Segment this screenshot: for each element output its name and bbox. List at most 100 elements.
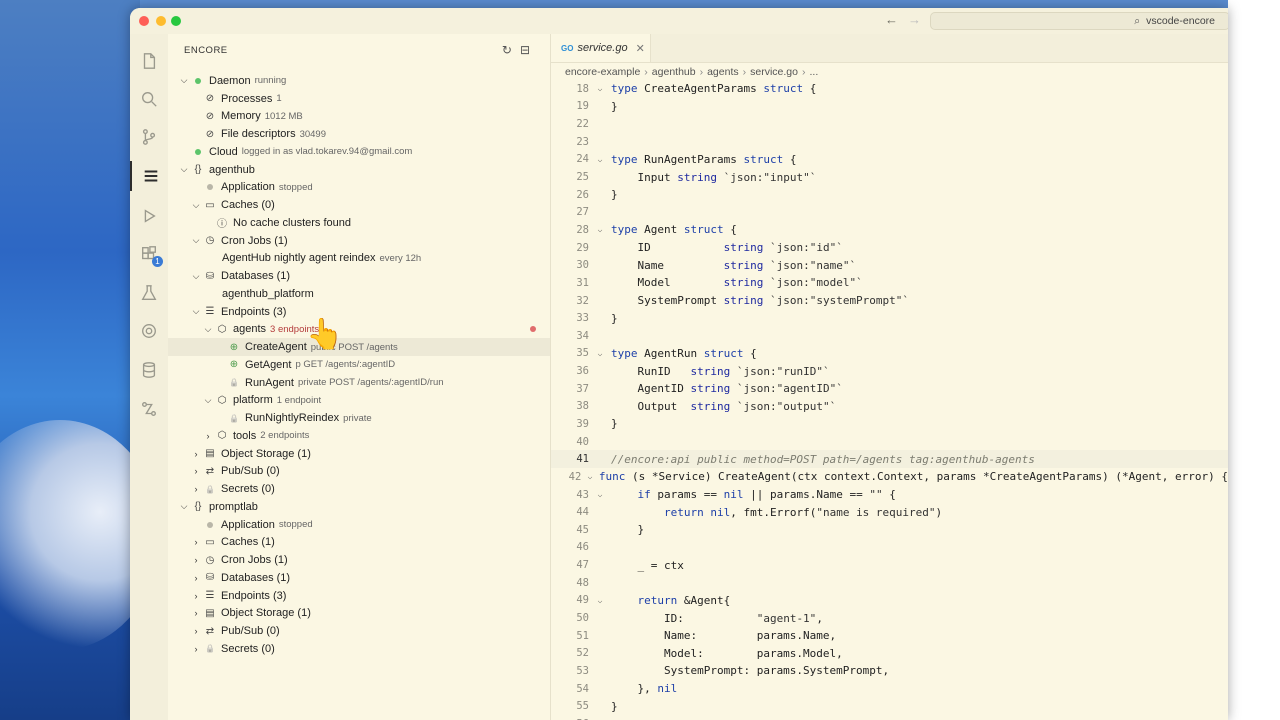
- tree-row[interactable]: › ⛁ Databases (1): [168, 569, 550, 587]
- zoom-window-button[interactable]: [171, 16, 181, 26]
- code-line[interactable]: 36 RunID string `json:"runID"`: [551, 362, 1228, 380]
- fold-chevron-icon[interactable]: ⌵: [589, 349, 611, 358]
- tree-row[interactable]: › 🔒 Secrets (0): [168, 640, 550, 658]
- breadcrumb-item[interactable]: agents: [707, 66, 739, 78]
- minimize-window-button[interactable]: [156, 16, 166, 26]
- chevron-right-icon[interactable]: ›: [190, 449, 202, 459]
- chevron-down-icon[interactable]: ⌵: [202, 395, 214, 406]
- chevron-right-icon[interactable]: ›: [190, 591, 202, 601]
- code-line[interactable]: 45 }: [551, 521, 1228, 539]
- code-line[interactable]: 18 ⌵ type CreateAgentParams struct {: [551, 80, 1228, 98]
- tree-row[interactable]: ⌵ {} agenthub: [168, 161, 550, 179]
- code-line[interactable]: 47 _ = ctx: [551, 556, 1228, 574]
- tree-row[interactable]: ⌵ ⬡ platform 1 endpoint: [168, 392, 550, 410]
- tree-row[interactable]: Application stopped: [168, 179, 550, 197]
- tree-row[interactable]: › ☰ Endpoints (3): [168, 587, 550, 605]
- chevron-down-icon[interactable]: ⌵: [202, 324, 214, 335]
- code-line[interactable]: 48: [551, 574, 1228, 592]
- tree-row[interactable]: ⌵ ☰ Endpoints (3): [168, 303, 550, 321]
- code-line[interactable]: 28 ⌵ type Agent struct {: [551, 221, 1228, 239]
- close-tab-icon[interactable]: ✕: [636, 42, 645, 55]
- chevron-right-icon[interactable]: ›: [202, 431, 214, 441]
- fold-chevron-icon[interactable]: ⌵: [589, 84, 611, 93]
- chevron-right-icon[interactable]: ›: [190, 626, 202, 636]
- tree-row[interactable]: ⌵ ⬡ agents 3 endpoints: [168, 321, 550, 339]
- chevron-down-icon[interactable]: ⌵: [178, 164, 190, 175]
- code-line[interactable]: 33}: [551, 309, 1228, 327]
- testing-icon[interactable]: [130, 278, 168, 308]
- tree-row[interactable]: › ⬡ tools 2 endpoints: [168, 427, 550, 445]
- extensions-icon[interactable]: 1: [130, 239, 168, 269]
- code-line[interactable]: 41 //encore:api public method=POST path=/…: [551, 450, 1228, 469]
- tree-row[interactable]: › ▤ Object Storage (1): [168, 605, 550, 623]
- breadcrumb-item[interactable]: service.go: [750, 66, 798, 78]
- tree-row[interactable]: ⓘ No cache clusters found: [168, 214, 550, 232]
- refresh-icon[interactable]: ↻: [502, 43, 520, 57]
- breadcrumb-item[interactable]: ...: [809, 66, 818, 78]
- code-line[interactable]: 55}: [551, 697, 1228, 715]
- chevron-right-icon[interactable]: ›: [190, 644, 202, 654]
- chevron-right-icon[interactable]: ›: [190, 555, 202, 565]
- fold-chevron-icon[interactable]: ⌵: [581, 472, 599, 481]
- tree-row[interactable]: › ▤ Object Storage (1): [168, 445, 550, 463]
- code-line[interactable]: 31 Model string `json:"model"`: [551, 274, 1228, 292]
- forward-arrow-icon[interactable]: →: [908, 12, 931, 27]
- tree-row[interactable]: 🔒 RunAgent private POST /agents/:agentID/r…: [168, 374, 550, 392]
- command-center-search[interactable]: ⌕ vscode-encore: [930, 12, 1228, 30]
- tree-row[interactable]: ⌵ ▭ Caches (0): [168, 196, 550, 214]
- chevron-down-icon[interactable]: ⌵: [178, 75, 190, 86]
- tree-row[interactable]: › 🔒 Secrets (0): [168, 480, 550, 498]
- tree-row[interactable]: › ▭ Caches (1): [168, 534, 550, 552]
- tree-row[interactable]: ⊘ Memory 1012 MB: [168, 108, 550, 126]
- code-line[interactable]: 54 }, nil: [551, 680, 1228, 698]
- chevron-right-icon[interactable]: ›: [190, 484, 202, 494]
- fold-chevron-icon[interactable]: ⌵: [589, 596, 611, 605]
- docker-icon[interactable]: [130, 316, 168, 346]
- tree-row[interactable]: ⌵ ⛁ Databases (1): [168, 267, 550, 285]
- breadcrumb-item[interactable]: agenthub: [652, 66, 696, 78]
- tree-row[interactable]: › ⇄ Pub/Sub (0): [168, 463, 550, 481]
- code-line[interactable]: 25 Input string `json:"input"`: [551, 168, 1228, 186]
- close-window-button[interactable]: [139, 16, 149, 26]
- code-editor[interactable]: 18 ⌵ type CreateAgentParams struct {19} 22 2…: [551, 80, 1228, 720]
- code-line[interactable]: 38 Output string `json:"output"`: [551, 398, 1228, 416]
- run-debug-icon[interactable]: [130, 201, 168, 231]
- code-line[interactable]: 46: [551, 539, 1228, 557]
- chevron-right-icon[interactable]: ›: [190, 537, 202, 547]
- fold-chevron-icon[interactable]: ⌵: [589, 225, 611, 234]
- code-line[interactable]: 24 ⌵ type RunAgentParams struct {: [551, 151, 1228, 169]
- chevron-down-icon[interactable]: ⌵: [190, 235, 202, 246]
- tree-row[interactable]: ⊕ GetAgent p GET /agents/:agentID: [168, 356, 550, 374]
- code-line[interactable]: 34: [551, 327, 1228, 345]
- tree-row[interactable]: › ⇄ Pub/Sub (0): [168, 622, 550, 640]
- code-line[interactable]: 56: [551, 715, 1228, 720]
- code-line[interactable]: 37 AgentID string `json:"agentID"`: [551, 380, 1228, 398]
- remote-icon[interactable]: [130, 394, 168, 424]
- code-line[interactable]: 53 SystemPrompt: params.SystemPrompt,: [551, 662, 1228, 680]
- code-line[interactable]: 51 Name: params.Name,: [551, 627, 1228, 645]
- tree-row[interactable]: ⊕ CreateAgent public POST /agents: [168, 338, 550, 356]
- code-line[interactable]: 30 Name string `json:"name"`: [551, 256, 1228, 274]
- source-control-icon[interactable]: [130, 122, 168, 152]
- tree-row[interactable]: ⌵ ◷ Cron Jobs (1): [168, 232, 550, 250]
- tree-row[interactable]: ⌵ {} promptlab: [168, 498, 550, 516]
- tree-row[interactable]: ⌵ Daemon running: [168, 72, 550, 90]
- tree-row[interactable]: Cloud logged in as vlad.tokarev.94@gmail.…: [168, 143, 550, 161]
- back-arrow-icon[interactable]: ←: [885, 12, 908, 27]
- chevron-down-icon[interactable]: ⌵: [178, 501, 190, 512]
- chevron-right-icon[interactable]: ›: [190, 466, 202, 476]
- tree-row[interactable]: AgentHub nightly agent reindex every 12h: [168, 250, 550, 268]
- code-line[interactable]: 39}: [551, 415, 1228, 433]
- database-icon[interactable]: [130, 355, 168, 385]
- code-line[interactable]: 49 ⌵ return &Agent{: [551, 592, 1228, 610]
- code-line[interactable]: 32 SystemPrompt string `json:"systemProm…: [551, 292, 1228, 310]
- search-icon[interactable]: [130, 84, 168, 114]
- tab-service-go[interactable]: GO service.go ✕: [551, 34, 651, 62]
- code-line[interactable]: 23: [551, 133, 1228, 151]
- code-line[interactable]: 19}: [551, 98, 1228, 116]
- chevron-right-icon[interactable]: ›: [190, 608, 202, 618]
- files-icon[interactable]: [130, 46, 168, 76]
- tree-row[interactable]: ⊘ Processes 1: [168, 90, 550, 108]
- fold-chevron-icon[interactable]: ⌵: [589, 155, 611, 164]
- tree-row[interactable]: 🔒 RunNightlyReindex private: [168, 409, 550, 427]
